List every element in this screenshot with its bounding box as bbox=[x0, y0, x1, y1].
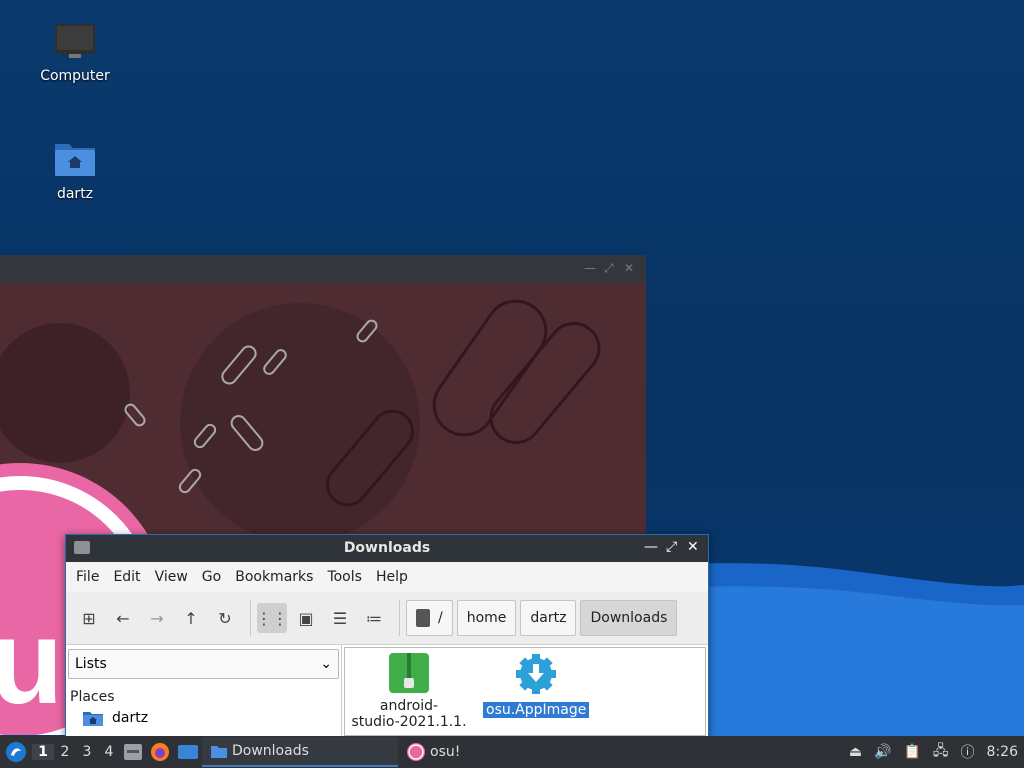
file-item-android-studio[interactable]: android- studio-2021.1.1. bbox=[351, 652, 467, 730]
firefox-icon bbox=[151, 743, 169, 761]
menu-tools[interactable]: Tools bbox=[327, 569, 362, 585]
compact-view-icon[interactable]: ☰ bbox=[325, 603, 355, 633]
path-root[interactable]: / bbox=[406, 600, 453, 636]
maximize-icon[interactable]: ⤢ bbox=[604, 261, 614, 276]
window-title: Downloads bbox=[343, 540, 431, 556]
file-manager-window[interactable]: Downloads — ⤢ ✕ File Edit View Go Bookma… bbox=[65, 534, 709, 738]
path-dartz[interactable]: dartz bbox=[520, 600, 577, 636]
eject-icon[interactable]: ⏏ bbox=[849, 744, 862, 760]
minimize-icon[interactable]: — bbox=[644, 539, 658, 555]
desktop-icon-computer[interactable]: Computer bbox=[25, 20, 125, 84]
clipboard-icon[interactable]: 📋 bbox=[903, 744, 920, 760]
file-item-osu-appimage[interactable]: osu.AppImage bbox=[483, 652, 590, 718]
side-pane-mode-select[interactable]: Lists ⌄ bbox=[68, 649, 339, 679]
desktop-icon bbox=[178, 745, 198, 759]
task-label: osu! bbox=[430, 744, 461, 760]
toolbar-separator bbox=[250, 600, 251, 636]
file-name-line2: studio-2021.1.1. bbox=[351, 714, 467, 730]
workspace-2[interactable]: 2 bbox=[54, 744, 76, 760]
lubuntu-logo-icon bbox=[6, 742, 26, 762]
detailed-list-icon[interactable]: ≔ bbox=[359, 603, 389, 633]
svg-text:u: u bbox=[0, 595, 63, 729]
task-osu[interactable]: osu! bbox=[398, 737, 468, 767]
close-icon[interactable]: ✕ bbox=[624, 261, 634, 275]
osu-titlebar[interactable]: — ⤢ ✕ bbox=[0, 255, 646, 283]
desktop: { "desktop": { "icons": [ {"label": "Com… bbox=[0, 0, 1024, 768]
task-label: Downloads bbox=[232, 743, 309, 759]
forward-icon[interactable]: → bbox=[142, 603, 172, 633]
menubar: File Edit View Go Bookmarks Tools Help bbox=[66, 562, 708, 592]
sidebar-item-label: dartz bbox=[112, 710, 149, 726]
menu-view[interactable]: View bbox=[155, 569, 188, 585]
workspace-4[interactable]: 4 bbox=[98, 744, 120, 760]
path-home[interactable]: home bbox=[456, 600, 517, 636]
path-downloads[interactable]: Downloads bbox=[580, 600, 678, 636]
file-name: osu.AppImage bbox=[483, 702, 590, 718]
minimize-icon[interactable]: — bbox=[584, 261, 596, 275]
file-view[interactable]: android- studio-2021.1.1. osu.AppImage bbox=[344, 647, 706, 736]
computer-icon bbox=[55, 24, 95, 58]
desktop-icon-label: dartz bbox=[56, 186, 94, 202]
thumbnail-view-icon[interactable]: ▣ bbox=[291, 603, 321, 633]
drive-icon bbox=[416, 609, 430, 627]
home-folder-icon bbox=[83, 712, 103, 726]
workspace-3[interactable]: 3 bbox=[76, 744, 98, 760]
task-downloads[interactable]: Downloads bbox=[202, 737, 398, 767]
folder-icon bbox=[211, 745, 227, 758]
menu-edit[interactable]: Edit bbox=[113, 569, 140, 585]
maximize-icon[interactable]: ⤢ bbox=[666, 539, 677, 555]
up-icon[interactable]: ↑ bbox=[176, 603, 206, 633]
menu-file[interactable]: File bbox=[76, 569, 99, 585]
toolbar-separator bbox=[399, 600, 400, 636]
close-icon[interactable]: ✕ bbox=[687, 539, 699, 555]
workspace-1[interactable]: 1 bbox=[32, 744, 54, 760]
desktop-icon-dartz[interactable]: dartz bbox=[25, 138, 125, 202]
desktop-icon-label: Computer bbox=[40, 68, 110, 84]
zip-archive-icon bbox=[389, 653, 429, 693]
clock[interactable]: 8:26 bbox=[987, 744, 1018, 760]
file-manager-launcher[interactable] bbox=[120, 743, 146, 761]
side-pane: Lists ⌄ Places dartz bbox=[66, 645, 342, 737]
menu-go[interactable]: Go bbox=[202, 569, 221, 585]
side-pane-mode-value: Lists bbox=[75, 656, 107, 672]
places-heading: Places bbox=[70, 689, 115, 705]
volume-icon[interactable]: 🔊 bbox=[874, 744, 891, 760]
back-icon[interactable]: ← bbox=[108, 603, 138, 633]
firefox-launcher[interactable] bbox=[146, 742, 174, 762]
window-titlebar[interactable]: Downloads — ⤢ ✕ bbox=[66, 535, 708, 562]
content-area: Lists ⌄ Places dartz android- studio-202… bbox=[66, 645, 708, 737]
system-tray: ⏏ 🔊 📋 🖧 ⓘ 8:26 bbox=[843, 736, 1024, 768]
reload-icon[interactable]: ↻ bbox=[210, 603, 240, 633]
sidebar-item-dartz[interactable]: dartz bbox=[82, 709, 339, 727]
file-cabinet-icon bbox=[124, 744, 142, 760]
menu-help[interactable]: Help bbox=[376, 569, 408, 585]
show-desktop-button[interactable] bbox=[174, 743, 202, 761]
osu-icon bbox=[407, 743, 425, 761]
start-menu-button[interactable] bbox=[0, 736, 32, 768]
taskbar: 1 2 3 4 Downloads osu! ⏏ 🔊 📋 🖧 ⓘ 8:26 bbox=[0, 736, 1024, 768]
icon-view-icon[interactable]: ⋮⋮ bbox=[256, 603, 288, 633]
download-gear-icon bbox=[516, 654, 556, 694]
network-icon[interactable]: 🖧 bbox=[933, 740, 949, 764]
new-tab-icon[interactable]: ⊞ bbox=[74, 603, 104, 633]
menu-bookmarks[interactable]: Bookmarks bbox=[235, 569, 313, 585]
toolbar: ⊞ ← → ↑ ↻ ⋮⋮ ▣ ☰ ≔ / home dartz Download… bbox=[66, 592, 708, 645]
file-name: android- bbox=[379, 698, 439, 714]
home-folder-icon bbox=[55, 144, 95, 176]
chevron-down-icon: ⌄ bbox=[320, 656, 332, 672]
update-notifier-icon[interactable]: ⓘ bbox=[961, 742, 975, 762]
